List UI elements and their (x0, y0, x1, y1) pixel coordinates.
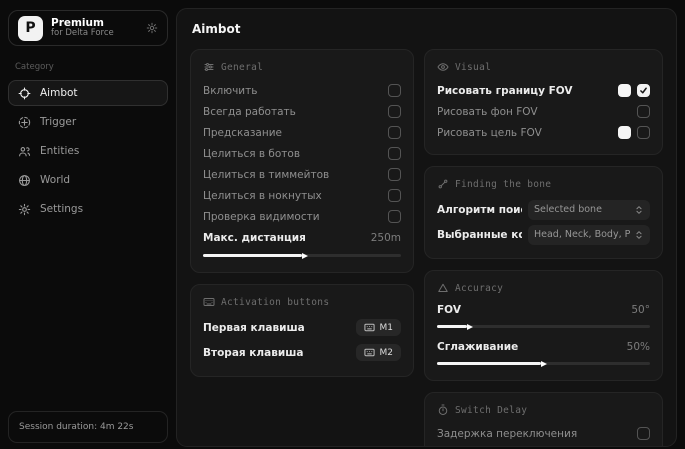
gear-icon (18, 203, 31, 216)
keybind-value: M1 (380, 323, 394, 333)
checkbox[interactable] (637, 84, 650, 97)
eye-icon (437, 61, 449, 73)
sidebar: P Premium for Delta Force Category Aimbo… (8, 10, 168, 443)
sidebar-item-label: Settings (40, 203, 83, 215)
category-label: Category (15, 62, 168, 72)
option-label: Предсказание (203, 127, 382, 139)
sidebar-item-label: Aimbot (40, 87, 78, 99)
sidebar-item-label: Entities (40, 145, 79, 157)
max-distance-slider[interactable] (203, 254, 401, 257)
entities-icon (18, 145, 31, 158)
sidebar-item-settings[interactable]: Settings (8, 196, 168, 222)
chevrons-up-down-icon (634, 230, 644, 240)
checkbox[interactable] (388, 210, 401, 223)
dropdown-label: Алгоритм поиска кости (437, 204, 522, 216)
sidebar-item-aimbot[interactable]: Aimbot (8, 80, 168, 106)
slider-thumb[interactable] (302, 253, 308, 259)
section-title: Accuracy (455, 283, 503, 294)
smoothing-slider[interactable] (437, 362, 650, 365)
sidebar-item-label: World (40, 174, 70, 186)
section-switch-delay: Switch Delay Задержка переключения Задер… (424, 392, 663, 447)
section-general: General Включить Всегда работать Предска… (190, 49, 414, 273)
option-label: Всегда работать (203, 106, 382, 118)
slider-thumb[interactable] (467, 324, 473, 330)
section-title: General (221, 62, 263, 73)
keyboard-icon (364, 322, 375, 333)
trigger-icon (18, 116, 31, 129)
brand-card: P Premium for Delta Force (8, 10, 168, 46)
section-activation-buttons: Activation buttons Первая клавиша M1 (190, 284, 414, 377)
keyboard-icon (203, 296, 215, 308)
option-label: Целиться в ботов (203, 148, 382, 160)
section-accuracy: Accuracy FOV 50° Сглаживание 50% (424, 270, 663, 381)
checkbox[interactable] (388, 105, 401, 118)
slider-label: Макс. дистанция (203, 232, 365, 244)
option-label: Рисовать границу FOV (437, 85, 612, 97)
section-finding-the-bone: Finding the bone Алгоритм поиска кости S… (424, 166, 663, 259)
selected-value: Selected bone (534, 204, 630, 215)
keyboard-icon (364, 347, 375, 358)
checkbox[interactable] (388, 189, 401, 202)
checkbox[interactable] (388, 147, 401, 160)
dropdown-label: Выбранные кости (437, 229, 522, 241)
keybind-button[interactable]: M1 (356, 319, 402, 336)
sliders-icon (203, 61, 215, 73)
slider-label: FOV (437, 304, 625, 316)
selected-bones-select[interactable]: Head, Neck, Body, Pe... (528, 225, 650, 245)
option-label: Задержка переключения (437, 428, 631, 440)
session-duration: Session duration: 4m 22s (8, 411, 168, 443)
main-panel: Aimbot General Включить Всегда работать … (176, 8, 677, 447)
sidebar-item-world[interactable]: World (8, 167, 168, 193)
color-swatch[interactable] (618, 84, 631, 97)
section-title: Visual (455, 62, 491, 73)
section-visual: Visual Рисовать границу FOV Рисовать фон… (424, 49, 663, 155)
timer-icon (437, 404, 449, 416)
option-label: Рисовать цель FOV (437, 127, 612, 139)
keybind-value: M2 (380, 348, 394, 358)
page-title: Aimbot (192, 22, 663, 36)
selected-value: Head, Neck, Body, Pe... (534, 229, 630, 240)
crosshair-icon (18, 87, 31, 100)
option-label: Целиться в нокнутых (203, 190, 382, 202)
section-title: Switch Delay (455, 405, 527, 416)
brand-logo: P (18, 16, 43, 41)
checkbox[interactable] (388, 84, 401, 97)
keybind-button[interactable]: M2 (356, 344, 402, 361)
triangle-icon (437, 282, 449, 294)
sidebar-item-trigger[interactable]: Trigger (8, 109, 168, 135)
option-label: Целиться в тиммейтов (203, 169, 382, 181)
slider-label: Сглаживание (437, 341, 621, 353)
checkbox[interactable] (388, 168, 401, 181)
checkbox[interactable] (637, 427, 650, 440)
keybind-label: Первая клавиша (203, 322, 350, 334)
slider-value: 50% (627, 341, 650, 353)
fov-slider[interactable] (437, 325, 650, 328)
option-label: Проверка видимости (203, 211, 382, 223)
bone-algorithm-select[interactable]: Selected bone (528, 200, 650, 220)
sidebar-item-label: Trigger (40, 116, 76, 128)
color-swatch[interactable] (618, 126, 631, 139)
slider-thumb[interactable] (541, 361, 547, 367)
checkbox[interactable] (637, 126, 650, 139)
keybind-label: Вторая клавиша (203, 347, 350, 359)
slider-value: 50° (631, 304, 650, 316)
section-title: Activation buttons (221, 297, 329, 308)
section-title: Finding the bone (455, 179, 551, 190)
option-label: Включить (203, 85, 382, 97)
brand-subtitle: for Delta Force (51, 29, 138, 39)
option-label: Рисовать фон FOV (437, 106, 631, 118)
checkbox[interactable] (637, 105, 650, 118)
sidebar-item-entities[interactable]: Entities (8, 138, 168, 164)
bone-icon (437, 178, 449, 190)
slider-value: 250m (371, 232, 401, 244)
globe-icon (18, 174, 31, 187)
gear-icon[interactable] (146, 22, 158, 34)
chevrons-up-down-icon (634, 205, 644, 215)
checkbox[interactable] (388, 126, 401, 139)
